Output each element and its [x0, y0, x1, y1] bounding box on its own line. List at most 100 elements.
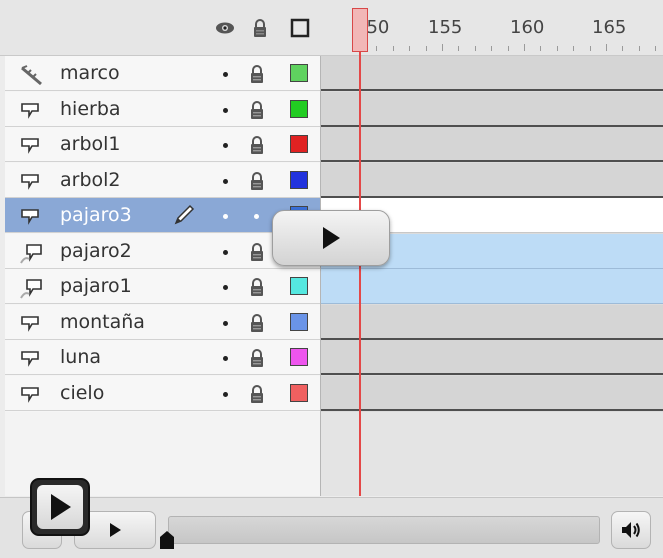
- layer-icon: [19, 385, 41, 403]
- layer-name[interactable]: cielo: [60, 382, 104, 404]
- layer-name[interactable]: pajaro2: [60, 240, 132, 262]
- ruler-tick: [507, 46, 509, 51]
- outline-color-swatch[interactable]: [290, 383, 308, 402]
- layer-list: marco hierba arbol1 arbol2 pajaro3 pajaro2 paj…: [5, 56, 320, 496]
- lock-toggle[interactable]: [248, 242, 266, 262]
- playhead-line: [359, 52, 361, 496]
- frame-row-hierba[interactable]: [321, 91, 663, 127]
- layer-icon: [19, 349, 41, 367]
- ruler-tick: [606, 44, 607, 51]
- frame-row-arbol1[interactable]: [321, 127, 663, 162]
- timeline-header: 150 155 160 165: [0, 0, 663, 56]
- guide-icon: [19, 65, 42, 86]
- layer-name[interactable]: marco: [60, 62, 120, 84]
- outline-color-swatch[interactable]: [290, 64, 308, 82]
- playhead-marker[interactable]: [352, 8, 368, 52]
- lock-toggle[interactable]: [248, 384, 266, 404]
- eye-icon[interactable]: [215, 18, 235, 38]
- layer-icon: [19, 136, 41, 154]
- frame-row-montaña[interactable]: [321, 304, 663, 340]
- visibility-toggle[interactable]: [223, 391, 228, 397]
- outline-color-swatch[interactable]: [290, 170, 308, 189]
- layer-name[interactable]: pajaro1: [60, 275, 132, 297]
- big-play-button[interactable]: [30, 478, 90, 536]
- visibility-toggle[interactable]: [223, 285, 228, 290]
- ruler-tick: [655, 46, 657, 51]
- ruler-tick: [638, 46, 640, 51]
- layer-row-pajaro1[interactable]: pajaro1: [5, 269, 320, 304]
- visibility-toggle[interactable]: [223, 356, 228, 361]
- flash-timeline-window: 150 155 160 165 marco hierba arbol1 arbol2 p…: [0, 0, 663, 558]
- frames-empty-area: [321, 412, 663, 496]
- ruler-tick: [442, 44, 443, 51]
- seek-thumb[interactable]: [160, 531, 174, 549]
- ruler-tick: [474, 46, 476, 51]
- overlay-play-button[interactable]: [272, 210, 390, 266]
- frame-row-arbol2[interactable]: [321, 162, 663, 198]
- frame-row-marco[interactable]: [321, 56, 663, 91]
- layer-icon: [19, 207, 41, 225]
- frame-ruler[interactable]: 150 155 160 165: [320, 0, 663, 55]
- layer-name[interactable]: arbol2: [60, 169, 121, 191]
- layer-name[interactable]: hierba: [60, 98, 121, 120]
- layer-name[interactable]: luna: [60, 346, 101, 368]
- frame-grid[interactable]: [320, 56, 663, 496]
- outline-color-swatch[interactable]: [290, 348, 308, 366]
- ruler-tick: [425, 46, 427, 51]
- layer-name[interactable]: montaña: [60, 311, 145, 333]
- visibility-toggle[interactable]: [223, 249, 228, 255]
- lock-toggle[interactable]: [248, 64, 266, 84]
- lock-toggle[interactable]: [248, 100, 266, 120]
- ruler-tick: [524, 44, 525, 51]
- lock-toggle[interactable]: [248, 277, 266, 297]
- lock-toggle[interactable]: [248, 171, 266, 191]
- outline-color-swatch[interactable]: [290, 135, 308, 153]
- lock-toggle[interactable]: [248, 348, 266, 368]
- lock-toggle[interactable]: [248, 313, 266, 333]
- ruler-label: 155: [428, 17, 463, 38]
- ruler-tick: [409, 46, 411, 51]
- outline-color-swatch[interactable]: [290, 312, 308, 331]
- visibility-toggle[interactable]: [223, 107, 228, 113]
- ruler-tick: [540, 46, 542, 51]
- lock-icon[interactable]: [250, 18, 270, 38]
- frame-row-luna[interactable]: [321, 340, 663, 375]
- layer-row-cielo[interactable]: cielo: [5, 375, 320, 411]
- outline-color-swatch[interactable]: [290, 99, 308, 118]
- outline-color-swatch[interactable]: [290, 277, 308, 295]
- layer-row-montaña[interactable]: montaña: [5, 304, 320, 340]
- ruler-tick: [458, 46, 460, 51]
- motion-guided-icon: [19, 278, 42, 299]
- layer-row-arbol1[interactable]: arbol1: [5, 127, 320, 162]
- layer-icon: [19, 314, 41, 332]
- ruler-label: 165: [592, 17, 627, 38]
- ruler-tick: [589, 46, 591, 51]
- ruler-tick: [376, 46, 378, 51]
- layer-row-marco[interactable]: marco: [5, 56, 320, 91]
- layer-icon: [19, 101, 41, 119]
- player-controls-bar: [0, 497, 663, 558]
- play-icon: [323, 227, 340, 249]
- layer-row-hierba[interactable]: hierba: [5, 91, 320, 127]
- volume-button[interactable]: [611, 511, 651, 549]
- lock-toggle[interactable]: [248, 206, 266, 226]
- ruler-tick: [491, 46, 493, 51]
- layer-row-arbol2[interactable]: arbol2: [5, 162, 320, 198]
- play-icon: [110, 523, 121, 537]
- visibility-toggle[interactable]: [223, 178, 228, 184]
- layer-row-luna[interactable]: luna: [5, 340, 320, 375]
- motion-guided-icon: [19, 243, 42, 264]
- visibility-toggle[interactable]: [223, 320, 228, 326]
- speaker-icon: [622, 522, 640, 538]
- layer-name[interactable]: pajaro3: [60, 204, 132, 226]
- visibility-toggle[interactable]: [223, 214, 228, 219]
- visibility-toggle[interactable]: [223, 72, 228, 77]
- frame-row-cielo[interactable]: [321, 375, 663, 411]
- seek-bar[interactable]: [168, 516, 600, 544]
- frame-row-pajaro1[interactable]: [321, 269, 663, 304]
- visibility-toggle[interactable]: [223, 143, 228, 148]
- outline-icon[interactable]: [290, 18, 310, 38]
- layer-name[interactable]: arbol1: [60, 133, 121, 155]
- lock-toggle[interactable]: [248, 135, 266, 155]
- big-play-face: [37, 485, 83, 529]
